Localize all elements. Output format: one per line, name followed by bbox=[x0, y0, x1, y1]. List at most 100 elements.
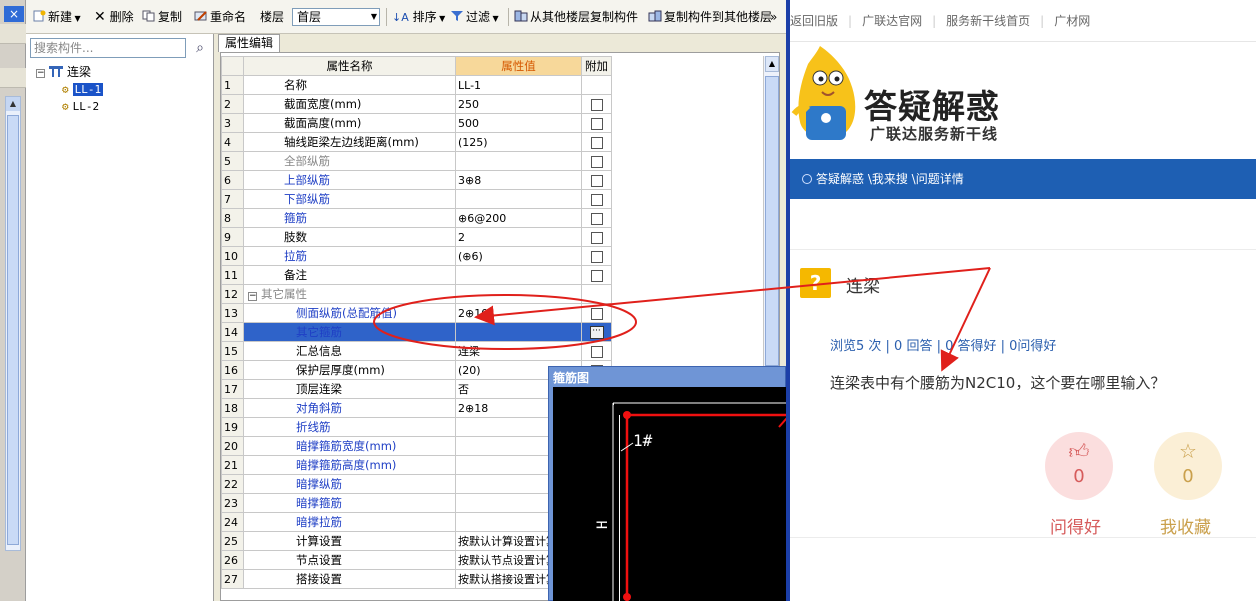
collapse-icon[interactable]: − bbox=[248, 292, 257, 301]
property-value-cell[interactable]: 500 bbox=[455, 113, 582, 133]
delete-button[interactable]: ✕ 删除 bbox=[94, 8, 134, 26]
property-name-cell[interactable]: 拉筋 bbox=[243, 246, 456, 266]
stirrup-diagram-window[interactable]: 箍筋图 1# H bbox=[548, 366, 786, 601]
favorite-label[interactable]: 我收藏 bbox=[1160, 513, 1211, 538]
table-row[interactable]: 10 拉筋 (⊕6) bbox=[221, 246, 612, 266]
ellipsis-button[interactable]: ··· bbox=[589, 326, 604, 339]
property-name-cell[interactable]: 肢数 bbox=[243, 227, 456, 247]
property-value-cell[interactable]: 连梁 bbox=[455, 341, 582, 361]
nav-link-old-version[interactable]: 返回旧版 bbox=[790, 14, 838, 28]
property-name-cell[interactable]: 全部纵筋 bbox=[243, 151, 456, 171]
checkbox[interactable] bbox=[590, 98, 603, 111]
property-name-cell[interactable]: 轴线距梁左边线距离(mm) bbox=[243, 132, 456, 152]
property-value-cell[interactable] bbox=[455, 189, 582, 209]
property-name-cell[interactable]: 截面高度(mm) bbox=[243, 113, 456, 133]
table-row[interactable]: 2 截面宽度(mm) 250 bbox=[221, 94, 612, 114]
property-name-cell[interactable]: 暗撑纵筋 bbox=[243, 474, 456, 494]
close-icon[interactable]: × bbox=[4, 6, 24, 22]
table-row[interactable]: 9 肢数 2 bbox=[221, 227, 612, 247]
table-row[interactable]: 1 名称 LL-1 bbox=[221, 75, 612, 95]
table-row[interactable]: 5 全部纵筋 bbox=[221, 151, 612, 171]
favorite-button[interactable]: ☆ 0 bbox=[1154, 432, 1222, 500]
collapse-icon[interactable]: − bbox=[36, 69, 45, 78]
sort-button[interactable]: ↓A 排序 ▼ bbox=[392, 8, 445, 26]
property-name-cell[interactable]: 计算设置 bbox=[243, 531, 456, 551]
property-name-cell[interactable]: 对角斜筋 bbox=[243, 398, 456, 418]
table-row[interactable]: 3 截面高度(mm) 500 bbox=[221, 113, 612, 133]
copy-from-floor-button[interactable]: 从其他楼层复制构件 bbox=[514, 8, 638, 26]
checkbox[interactable] bbox=[590, 193, 603, 206]
property-name-cell[interactable]: 折线筋 bbox=[243, 417, 456, 437]
nav-link-service-home[interactable]: 服务新干线首页 bbox=[946, 14, 1030, 28]
component-search-input[interactable]: 搜索构件... bbox=[30, 38, 186, 58]
property-value-cell[interactable]: 2⊕10 bbox=[455, 303, 582, 323]
tree-root[interactable]: − 连梁 bbox=[36, 64, 103, 81]
property-value-cell[interactable] bbox=[455, 151, 582, 171]
property-value-cell[interactable]: 2 bbox=[455, 227, 582, 247]
property-name-cell[interactable]: 名称 bbox=[243, 75, 456, 95]
property-value-cell[interactable]: (⊕6) bbox=[455, 246, 582, 266]
checkbox[interactable] bbox=[590, 174, 603, 187]
checkbox[interactable] bbox=[590, 136, 603, 149]
search-icon[interactable]: ⌕ bbox=[190, 38, 210, 58]
filter-button[interactable]: 过滤 ▼ bbox=[450, 8, 499, 26]
dock-scrollbar[interactable]: ▲ bbox=[5, 96, 21, 551]
property-value-cell[interactable] bbox=[455, 284, 582, 304]
property-name-cell[interactable]: 侧面纵筋(总配筋值) bbox=[243, 303, 456, 323]
tree-item-ll-1[interactable]: ⚙ LL-1 bbox=[36, 81, 104, 98]
table-row[interactable]: 8 箍筋 ⊕6@200 bbox=[221, 208, 612, 228]
floor-select[interactable]: 首层 ▼ bbox=[292, 8, 380, 26]
table-row[interactable]: 6 上部纵筋 3⊕8 bbox=[221, 170, 612, 190]
property-name-cell[interactable]: 箍筋 bbox=[243, 208, 456, 228]
property-name-cell[interactable]: 搭接设置 bbox=[243, 569, 456, 589]
table-row[interactable]: 4 轴线距梁左边线距离(mm) (125) bbox=[221, 132, 612, 152]
toolbar-more-button[interactable]: » bbox=[770, 8, 777, 26]
copy-to-floor-button[interactable]: 复制构件到其他楼层 bbox=[648, 8, 772, 26]
property-value-cell[interactable]: LL-1 bbox=[455, 75, 582, 95]
property-name-cell[interactable]: 顶层连梁 bbox=[243, 379, 456, 399]
property-name-cell[interactable]: − 其它属性 bbox=[243, 284, 456, 304]
table-row[interactable]: 11 备注 bbox=[221, 265, 612, 285]
property-name-cell[interactable]: 暗撑箍筋高度(mm) bbox=[243, 455, 456, 475]
checkbox[interactable] bbox=[590, 250, 603, 263]
breadcrumb-text[interactable]: 答疑解惑 \我来搜 \问题详情 bbox=[816, 172, 964, 186]
rename-button[interactable]: 重命名 bbox=[194, 8, 246, 26]
scroll-up-icon[interactable]: ▲ bbox=[765, 56, 779, 72]
copy-button[interactable]: 复制 bbox=[142, 8, 182, 26]
checkbox[interactable] bbox=[590, 155, 603, 168]
property-name-cell[interactable]: 汇总信息 bbox=[243, 341, 456, 361]
property-value-cell[interactable]: 3⊕8 bbox=[455, 170, 582, 190]
checkbox[interactable] bbox=[590, 231, 603, 244]
property-name-cell[interactable]: 暗撑拉筋 bbox=[243, 512, 456, 532]
property-name-cell[interactable]: 节点设置 bbox=[243, 550, 456, 570]
property-value-cell[interactable] bbox=[455, 322, 582, 342]
table-row[interactable]: 14 其它箍筋 ··· bbox=[221, 322, 612, 342]
property-name-cell[interactable]: 下部纵筋 bbox=[243, 189, 456, 209]
new-button[interactable]: 新建 ▼ bbox=[32, 8, 81, 26]
tree-item-ll-2[interactable]: ⚙ LL-2 bbox=[36, 98, 103, 115]
property-value-cell[interactable]: (125) bbox=[455, 132, 582, 152]
checkbox[interactable] bbox=[590, 212, 603, 225]
nav-link-material-site[interactable]: 广材网 bbox=[1054, 14, 1090, 28]
scroll-up-icon[interactable]: ▲ bbox=[6, 97, 20, 111]
table-row[interactable]: 15 汇总信息 连梁 bbox=[221, 341, 612, 361]
property-value-cell[interactable]: 250 bbox=[455, 94, 582, 114]
property-name-cell[interactable]: 上部纵筋 bbox=[243, 170, 456, 190]
property-name-cell[interactable]: 截面宽度(mm) bbox=[243, 94, 456, 114]
table-row[interactable]: 12− 其它属性 bbox=[221, 284, 612, 304]
table-row[interactable]: 7 下部纵筋 bbox=[221, 189, 612, 209]
property-name-cell[interactable]: 其它箍筋 bbox=[243, 322, 456, 342]
checkbox[interactable] bbox=[590, 269, 603, 282]
good-question-label[interactable]: 问得好 bbox=[1050, 513, 1101, 538]
checkbox[interactable] bbox=[590, 307, 603, 320]
checkbox[interactable] bbox=[590, 117, 603, 130]
property-value-cell[interactable]: ⊕6@200 bbox=[455, 208, 582, 228]
tab-property-edit[interactable]: 属性编辑 bbox=[218, 34, 280, 52]
table-row[interactable]: 13 侧面纵筋(总配筋值) 2⊕10 bbox=[221, 303, 612, 323]
nav-link-official-site[interactable]: 广联达官网 bbox=[862, 14, 922, 28]
property-name-cell[interactable]: 保护层厚度(mm) bbox=[243, 360, 456, 380]
property-name-cell[interactable]: 暗撑箍筋 bbox=[243, 493, 456, 513]
scroll-thumb[interactable] bbox=[765, 76, 779, 366]
property-value-cell[interactable] bbox=[455, 265, 582, 285]
property-name-cell[interactable]: 备注 bbox=[243, 265, 456, 285]
